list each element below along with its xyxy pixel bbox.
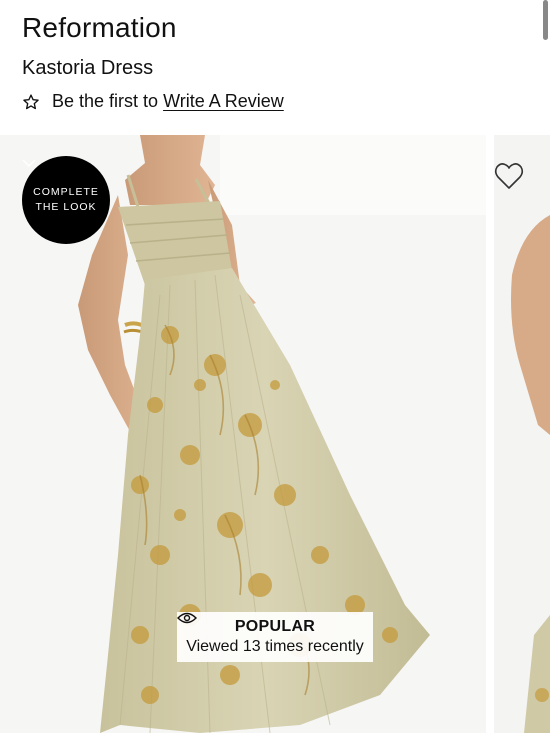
complete-the-look-button[interactable]: COMPLETE THE LOOK xyxy=(22,156,110,244)
brand-name[interactable]: Reformation xyxy=(22,12,177,44)
popular-subtitle: Viewed 13 times recently xyxy=(186,638,364,655)
review-prompt: Be the first to xyxy=(52,91,159,111)
popular-title: POPULAR xyxy=(234,618,316,635)
product-name: Kastoria Dress xyxy=(22,57,154,79)
write-review-link[interactable]: Write A Review xyxy=(163,91,284,112)
product-image-main[interactable]: COMPLETE THE LOOK POPULAR Viewed 13 time… xyxy=(0,135,486,733)
product-image-next[interactable] xyxy=(494,135,550,733)
star-outline-icon xyxy=(23,93,39,109)
review-row: Be the first to Write A Review xyxy=(22,91,284,112)
chevron-down-icon xyxy=(22,159,36,167)
product-image-gallery[interactable]: COMPLETE THE LOOK POPULAR Viewed 13 time… xyxy=(0,135,550,733)
complete-look-line1: COMPLETE xyxy=(33,186,99,198)
scrollbar-thumb[interactable] xyxy=(543,0,548,40)
heart-outline-icon[interactable] xyxy=(494,162,524,190)
popular-badge: POPULAR Viewed 13 times recently xyxy=(177,612,373,662)
next-image-preview xyxy=(494,135,550,733)
eye-icon xyxy=(177,612,197,624)
complete-look-line2: THE LOOK xyxy=(35,201,97,213)
